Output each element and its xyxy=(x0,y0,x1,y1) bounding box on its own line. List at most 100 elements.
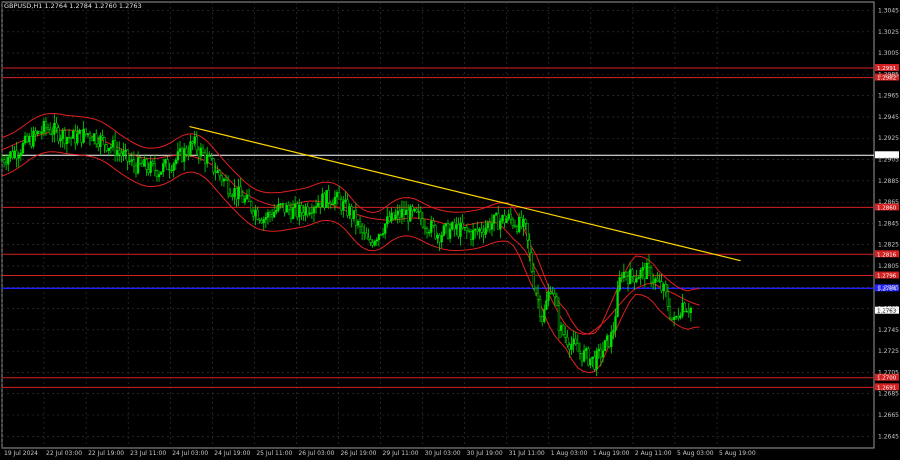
candle-body xyxy=(587,348,590,366)
candle-body xyxy=(404,209,408,216)
candle-body xyxy=(363,232,366,234)
chart-title: GBPUSD,H1 1.2764 1.2784 1.2760 1.2763 xyxy=(4,2,142,10)
candle-body xyxy=(557,305,561,331)
candle-body xyxy=(599,348,602,358)
candle-body xyxy=(572,338,575,345)
candle-body xyxy=(427,232,431,234)
candle-body xyxy=(201,147,205,154)
candle-body xyxy=(118,150,121,154)
level-label: 1.2700 xyxy=(877,376,897,382)
candle-body xyxy=(513,225,517,227)
candle-body xyxy=(25,135,29,143)
x-tick-label: 26 Jul 03:00 xyxy=(298,450,334,457)
candle-body xyxy=(518,216,521,233)
candle-body xyxy=(195,136,198,151)
candle-body xyxy=(677,315,680,319)
candle-body xyxy=(350,206,353,219)
candle-body xyxy=(480,228,483,233)
candle-body xyxy=(478,228,481,232)
candle-body xyxy=(122,151,125,157)
candle-body xyxy=(530,252,533,272)
candle-body xyxy=(492,214,496,224)
candle-body xyxy=(578,350,582,354)
y-tick-label: 1.2785 xyxy=(878,284,899,291)
candle-body xyxy=(172,163,175,171)
candle-body xyxy=(490,223,494,230)
y-tick-label: 1.3045 xyxy=(878,8,899,15)
candle-body xyxy=(212,158,215,173)
candle-body xyxy=(379,234,383,236)
candle-body xyxy=(281,203,284,205)
candle-body xyxy=(354,210,358,226)
candle-body xyxy=(515,226,519,233)
candle-body xyxy=(321,193,324,208)
x-tick-label: 2 Aug 11:00 xyxy=(635,450,672,457)
candle-body xyxy=(239,186,242,197)
x-tick-label: 31 Jul 11:00 xyxy=(509,450,545,457)
candle-body xyxy=(107,147,110,151)
candle-body xyxy=(476,229,479,232)
candle-body xyxy=(601,350,605,358)
candle-body xyxy=(501,215,504,222)
x-tick-label: 25 Jul 11:00 xyxy=(256,450,292,457)
candle-body xyxy=(153,163,157,172)
candle-body xyxy=(467,230,471,232)
candle-body xyxy=(162,163,165,172)
candle-body xyxy=(105,144,108,151)
candle-body xyxy=(614,316,617,331)
candle-body xyxy=(270,214,274,218)
candle-body xyxy=(300,205,303,213)
candle-body xyxy=(547,291,550,301)
candle-body xyxy=(74,130,77,144)
y-tick-label: 1.3025 xyxy=(878,29,899,36)
candle-body xyxy=(289,209,293,219)
candle-body xyxy=(509,213,512,220)
candle-body xyxy=(407,209,410,222)
candle-body xyxy=(685,311,688,313)
candle-body xyxy=(390,212,393,222)
candle-body xyxy=(21,142,25,154)
candle-body xyxy=(589,358,592,366)
y-tick-label: 1.2925 xyxy=(878,135,899,142)
x-tick-label: 22 Jul 19:00 xyxy=(88,450,124,457)
candle-body xyxy=(608,335,611,348)
candle-body xyxy=(346,199,349,216)
candle-body xyxy=(231,195,234,198)
candle-body xyxy=(386,216,389,225)
candle-body xyxy=(675,315,678,318)
candle-body xyxy=(306,206,309,215)
candle-body xyxy=(180,148,184,162)
candle-body xyxy=(226,179,230,195)
candle-body xyxy=(72,130,75,139)
candle-body xyxy=(576,343,579,352)
candle-body xyxy=(185,148,188,155)
candle-body xyxy=(250,201,253,212)
candle-body xyxy=(88,133,92,139)
candle-body xyxy=(67,137,71,139)
candle-body xyxy=(409,206,412,222)
candle-body xyxy=(187,154,190,156)
candle-body xyxy=(585,348,588,351)
candle-body xyxy=(402,208,406,216)
candle-body xyxy=(103,137,106,145)
candle-body xyxy=(199,147,203,157)
candle-body xyxy=(170,169,173,172)
candle-body xyxy=(626,276,630,285)
candle-body xyxy=(417,211,420,213)
candle-body xyxy=(151,161,154,164)
candle-body xyxy=(327,190,330,204)
candle-body xyxy=(109,146,113,149)
level-label: 1.2796 xyxy=(877,274,897,280)
candle-body xyxy=(654,278,657,283)
candle-body xyxy=(2,159,6,163)
candle-body xyxy=(562,325,565,335)
candle-body xyxy=(224,178,228,181)
candle-body xyxy=(436,235,439,239)
candle-body xyxy=(442,225,445,236)
candle-body xyxy=(266,212,270,218)
candle-body xyxy=(507,213,510,219)
candle-body xyxy=(69,137,73,139)
y-tick-label: 1.2945 xyxy=(878,114,899,121)
candle-body xyxy=(49,129,52,135)
candle-body xyxy=(610,331,613,348)
